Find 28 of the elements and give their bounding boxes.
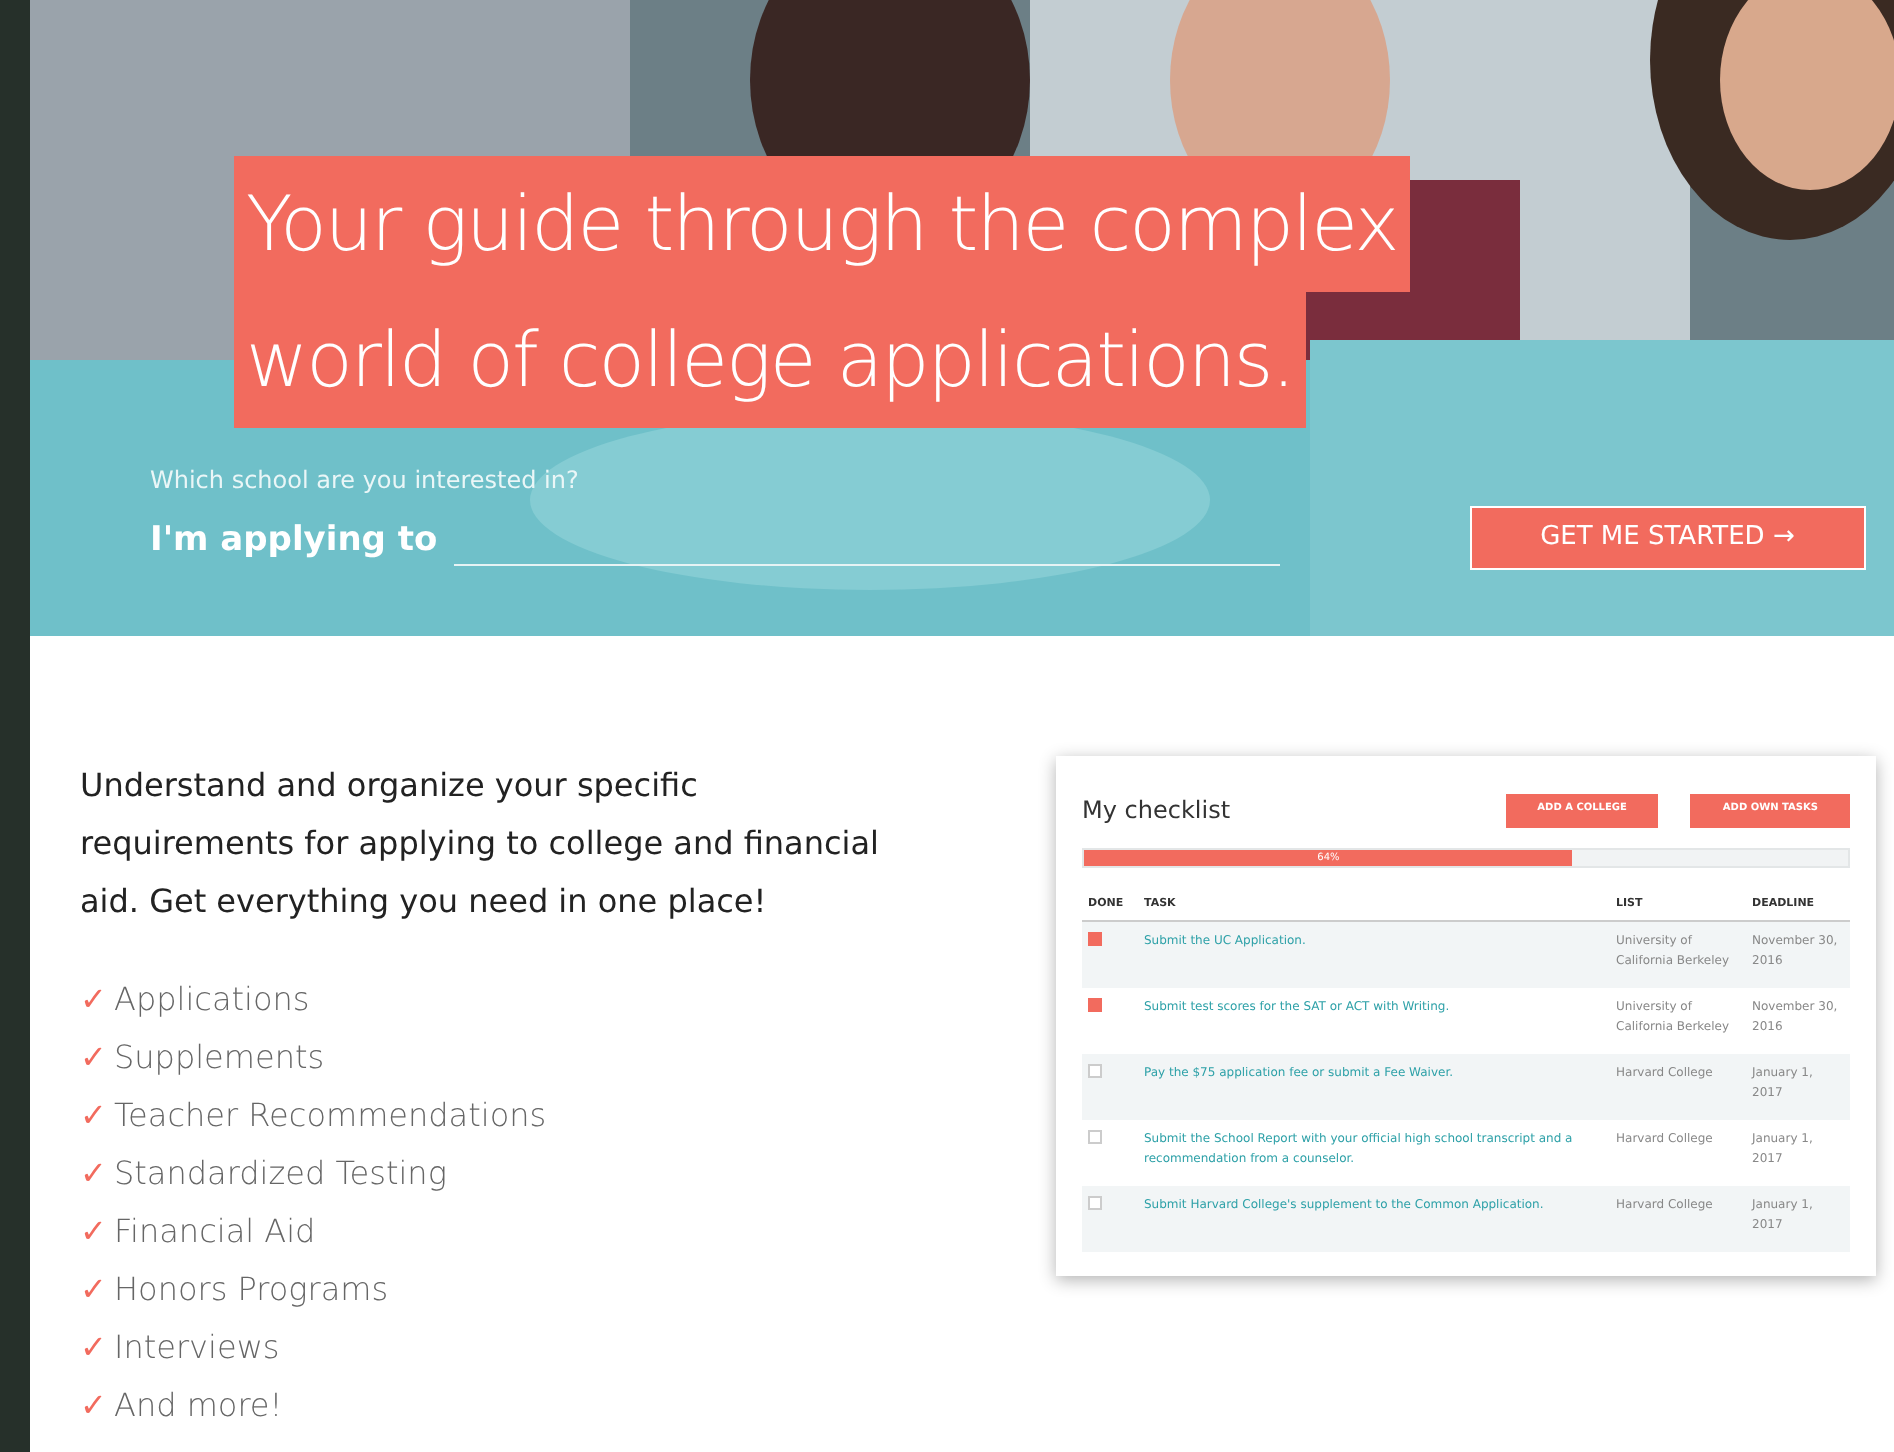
check-icon: ✓ [80, 980, 106, 1018]
checkbox[interactable] [1088, 1063, 1102, 1078]
feature-item: Applications [114, 980, 310, 1018]
headline: Your guide through the complex [234, 156, 1410, 292]
hint-text: Which school are you interested in? [150, 464, 581, 498]
feature-item: Teacher Recommendations [114, 1096, 547, 1134]
feature-item: Supplements [114, 1038, 325, 1076]
feature-item: Interviews [114, 1328, 280, 1366]
check-icon: ✓ [80, 1328, 106, 1366]
headline: world of college applications. [234, 292, 1306, 428]
feature-item: Honors Programs [114, 1270, 389, 1308]
intro-text: Understand and organize your specific requirements for applying to college and financial aid. Get everything you need in one place! [80, 764, 880, 924]
checkbox[interactable] [1088, 1195, 1102, 1210]
checklist-title: My checklist [1082, 794, 1231, 828]
check-icon: ✓ [80, 1154, 106, 1192]
check-icon: ✓ [80, 1096, 106, 1134]
check-icon: ✓ [80, 1386, 106, 1424]
get-started-button[interactable]: GET ME STARTED → [1469, 506, 1866, 570]
checkbox[interactable] [1088, 1129, 1102, 1144]
checkbox[interactable] [1088, 997, 1102, 1012]
checkbox[interactable] [1088, 932, 1102, 947]
check-icon: ✓ [80, 1270, 106, 1308]
feature-item: Financial Aid [114, 1212, 316, 1250]
check-icon: ✓ [80, 1038, 106, 1076]
field-label: I'm applying to [150, 517, 438, 563]
feature-item: And more! [114, 1386, 283, 1424]
check-icon: ✓ [80, 1212, 106, 1250]
feature-item: Standardized Testing [114, 1154, 447, 1192]
